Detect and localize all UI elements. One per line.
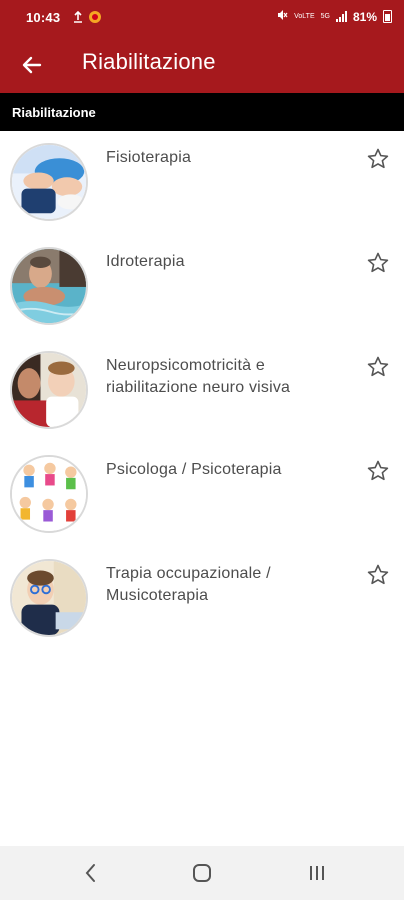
favorite-button[interactable] <box>366 251 390 275</box>
favorite-button[interactable] <box>366 459 390 483</box>
star-outline-icon <box>367 148 389 169</box>
list-item[interactable]: Fisioterapia <box>0 131 404 235</box>
favorite-button[interactable] <box>366 147 390 171</box>
recents-nav-button[interactable] <box>304 860 330 886</box>
child-therapy-photo <box>10 351 88 429</box>
item-title: Psicologa / Psicoterapia <box>106 461 282 478</box>
star-outline-icon <box>367 356 389 377</box>
list-item[interactable]: Idroterapia <box>0 235 404 339</box>
status-time: 10:43 <box>26 10 61 25</box>
app-notification-icon <box>89 11 101 23</box>
star-outline-icon <box>367 564 389 585</box>
recents-nav-icon <box>310 866 324 880</box>
network-type-icon: 5G <box>320 13 330 20</box>
back-nav-button[interactable] <box>78 860 104 886</box>
wifi-calling-icon: VoLTE <box>294 13 315 20</box>
status-icons: VoLTE 5G 81% <box>276 9 392 24</box>
favorite-button[interactable] <box>366 355 390 379</box>
favorite-button[interactable] <box>366 563 390 587</box>
star-outline-icon <box>367 460 389 481</box>
arrow-left-icon <box>22 56 42 74</box>
item-title: Idroterapia <box>106 253 185 270</box>
item-title: Trapia occupazionale / Musicoterapia <box>106 565 271 604</box>
hydrotherapy-photo <box>10 247 88 325</box>
section-header: Riabilitazione <box>0 93 404 131</box>
item-title: Fisioterapia <box>106 149 192 166</box>
star-outline-icon <box>367 252 389 273</box>
system-nav-bar <box>0 846 404 900</box>
physiotherapy-photo <box>10 143 88 221</box>
home-nav-button[interactable] <box>189 860 215 886</box>
home-nav-icon <box>193 864 211 882</box>
list-item[interactable]: Psicologa / Psicoterapia <box>0 443 404 547</box>
child-with-glasses-photo <box>10 559 88 637</box>
app-bar: Riabilitazione <box>0 34 404 93</box>
signal-icon <box>335 11 347 22</box>
back-button[interactable] <box>16 49 48 81</box>
status-bar: 10:43 VoLTE 5G 81% <box>0 0 404 34</box>
section-header-label: Riabilitazione <box>12 105 96 120</box>
back-nav-icon <box>85 864 95 882</box>
therapy-list: Fisioterapia Idroterapia Neuropsicomotri… <box>0 131 404 651</box>
battery-percent: 81% <box>352 9 377 24</box>
cartoon-children-illustration <box>10 455 88 533</box>
upload-icon <box>72 10 84 23</box>
list-item[interactable]: Trapia occupazionale / Musicoterapia <box>0 547 404 651</box>
item-title: Neuropsicomotricità e riabilitazione neu… <box>106 357 291 396</box>
list-item[interactable]: Neuropsicomotricità e riabilitazione neu… <box>0 339 404 443</box>
page-title: Riabilitazione <box>82 49 216 74</box>
mute-icon <box>276 9 288 24</box>
battery-icon <box>383 10 392 23</box>
